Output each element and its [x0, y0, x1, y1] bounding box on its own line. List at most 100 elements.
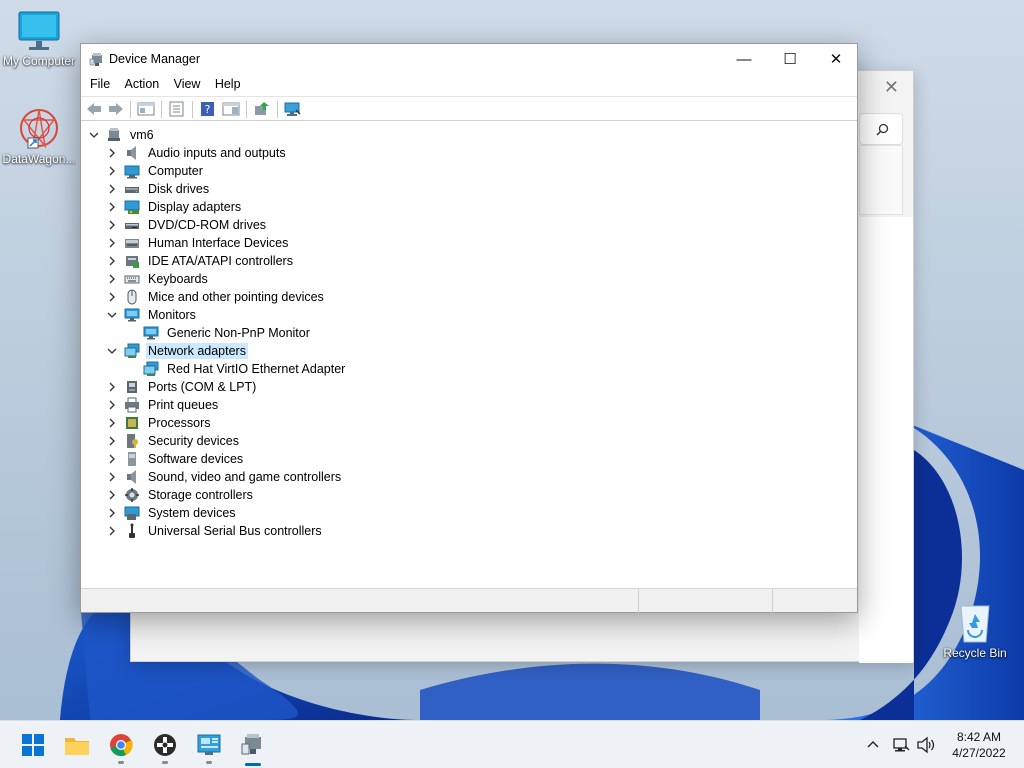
menu-file[interactable]: File: [81, 74, 110, 91]
chevron-right-icon[interactable]: [107, 382, 117, 392]
tree-category-node[interactable]: Computer: [107, 162, 205, 180]
start-icon[interactable]: [19, 731, 47, 759]
clock-time: 8:42 AM: [956, 730, 1002, 744]
search-icon: [876, 123, 889, 136]
my-computer-label: My Computer: [2, 54, 76, 68]
tree-category-node[interactable]: Mice and other pointing devices: [107, 288, 326, 306]
background-close-icon[interactable]: ✕: [884, 77, 899, 98]
chevron-right-icon[interactable]: [107, 526, 117, 536]
chevron-right-icon[interactable]: [107, 292, 117, 302]
minimize-button[interactable]: —: [721, 44, 767, 74]
properties-icon[interactable]: [168, 101, 186, 117]
close-button[interactable]: ✕: [813, 44, 859, 74]
tree-category-node[interactable]: Security devices: [107, 432, 241, 450]
tree-category-node[interactable]: Print queues: [107, 396, 220, 414]
menu-help[interactable]: Help: [206, 74, 241, 91]
tree-category-node[interactable]: Storage controllers: [107, 486, 255, 504]
chevron-right-icon[interactable]: [107, 508, 117, 518]
status-cell: [772, 589, 859, 613]
tree-category-node[interactable]: Audio inputs and outputs: [107, 144, 288, 162]
tree-category-node[interactable]: System devices: [107, 504, 238, 522]
chevron-right-icon[interactable]: [107, 148, 117, 158]
monitor-icon: [143, 326, 159, 340]
forward-arrow-icon[interactable]: [107, 101, 125, 117]
tree-category-node[interactable]: Universal Serial Bus controllers: [107, 522, 324, 540]
menu-action[interactable]: Action: [116, 74, 160, 91]
ide-icon: [126, 256, 139, 268]
action-pane-icon[interactable]: [222, 101, 240, 117]
chevron-right-icon[interactable]: [107, 454, 117, 464]
chevron-right-icon[interactable]: [107, 166, 117, 176]
maximize-button[interactable]: ☐: [767, 44, 813, 74]
menu-bar: File Action View Help: [81, 74, 857, 96]
file-explorer-icon[interactable]: [63, 731, 91, 759]
title-bar[interactable]: Device Manager — ☐ ✕: [81, 44, 857, 74]
tree-device-node[interactable]: Generic Non-PnP Monitor: [143, 324, 312, 342]
tree-category-node[interactable]: IDE ATA/ATAPI controllers: [107, 252, 295, 270]
my-computer-desktop-icon[interactable]: My Computer: [0, 10, 78, 68]
scan-hardware-icon[interactable]: [284, 101, 302, 117]
tree-node-label: DVD/CD-ROM drives: [148, 218, 267, 232]
chevron-right-icon[interactable]: [107, 256, 117, 266]
chevron-down-icon[interactable]: [89, 130, 99, 140]
tree-category-node[interactable]: Display adapters: [107, 198, 243, 216]
menu-view[interactable]: View: [165, 74, 201, 91]
tree-category-node[interactable]: Sound, video and game controllers: [107, 468, 343, 486]
chevron-right-icon[interactable]: [107, 490, 117, 500]
background-content: [859, 217, 913, 663]
status-cell: [638, 589, 772, 613]
chevron-right-icon[interactable]: [107, 184, 117, 194]
tree-node-label: Disk drives: [148, 182, 210, 196]
usb-icon: [129, 523, 135, 538]
device-manager-taskbar-icon[interactable]: [239, 731, 267, 759]
monitor-icon: [124, 308, 140, 322]
chevron-down-icon[interactable]: [107, 346, 117, 356]
clock-date: 4/27/2022: [952, 746, 1006, 760]
show-hide-console-tree-icon[interactable]: [137, 101, 155, 117]
background-search-box[interactable]: [859, 113, 903, 145]
datawagon-desktop-icon[interactable]: DataWagon...: [0, 106, 78, 166]
chrome-icon[interactable]: [107, 731, 135, 759]
tree-category-node[interactable]: Processors: [107, 414, 213, 432]
chevron-right-icon[interactable]: [107, 238, 117, 248]
network-icon[interactable]: [892, 736, 910, 754]
chevron-down-icon[interactable]: [107, 310, 117, 320]
tree-node-label: Red Hat VirtIO Ethernet Adapter: [167, 362, 346, 376]
chevron-right-icon[interactable]: [107, 472, 117, 482]
chevron-right-icon[interactable]: [107, 418, 117, 428]
control-panel-icon[interactable]: [195, 731, 223, 759]
tree-category-node[interactable]: Software devices: [107, 450, 245, 468]
update-driver-icon[interactable]: [253, 101, 271, 117]
tree-root-node[interactable]: vm6: [89, 126, 156, 144]
chevron-right-icon[interactable]: [107, 400, 117, 410]
tree-category-node[interactable]: Keyboards: [107, 270, 210, 288]
chevron-right-icon[interactable]: [107, 202, 117, 212]
clock[interactable]: 8:42 AM 4/27/2022: [940, 729, 1018, 761]
network-icon: [124, 343, 140, 358]
chevron-right-icon[interactable]: [107, 220, 117, 230]
mouse-icon: [127, 289, 137, 305]
volume-icon[interactable]: [916, 736, 936, 754]
tree-category-node[interactable]: Ports (COM & LPT): [107, 378, 258, 396]
tree-category-node[interactable]: Human Interface Devices: [107, 234, 290, 252]
back-arrow-icon[interactable]: [85, 101, 103, 117]
device-manager-icon: [89, 53, 102, 66]
chevron-right-icon[interactable]: [107, 274, 117, 284]
tree-node-label: Universal Serial Bus controllers: [148, 524, 322, 538]
tree-device-node[interactable]: Red Hat VirtIO Ethernet Adapter: [143, 360, 347, 378]
tree-category-node[interactable]: Network adapters: [107, 342, 248, 360]
chevron-up-icon[interactable]: [866, 738, 880, 752]
chevron-right-icon[interactable]: [107, 436, 117, 446]
background-panel: [859, 145, 903, 215]
tree-node-label: Processors: [148, 416, 211, 430]
tree-category-node[interactable]: DVD/CD-ROM drives: [107, 216, 268, 234]
tree-category-node[interactable]: Monitors: [107, 306, 198, 324]
toolbar: ?: [81, 96, 857, 121]
recycle-bin-desktop-icon[interactable]: Recycle Bin: [936, 600, 1014, 660]
help-icon[interactable]: ?: [199, 101, 217, 117]
tree-category-node[interactable]: Disk drives: [107, 180, 211, 198]
printer-icon: [125, 397, 139, 413]
gamepad-icon[interactable]: [151, 731, 179, 759]
tree-node-label: Sound, video and game controllers: [148, 470, 342, 484]
tree-node-label: Security devices: [148, 434, 240, 448]
